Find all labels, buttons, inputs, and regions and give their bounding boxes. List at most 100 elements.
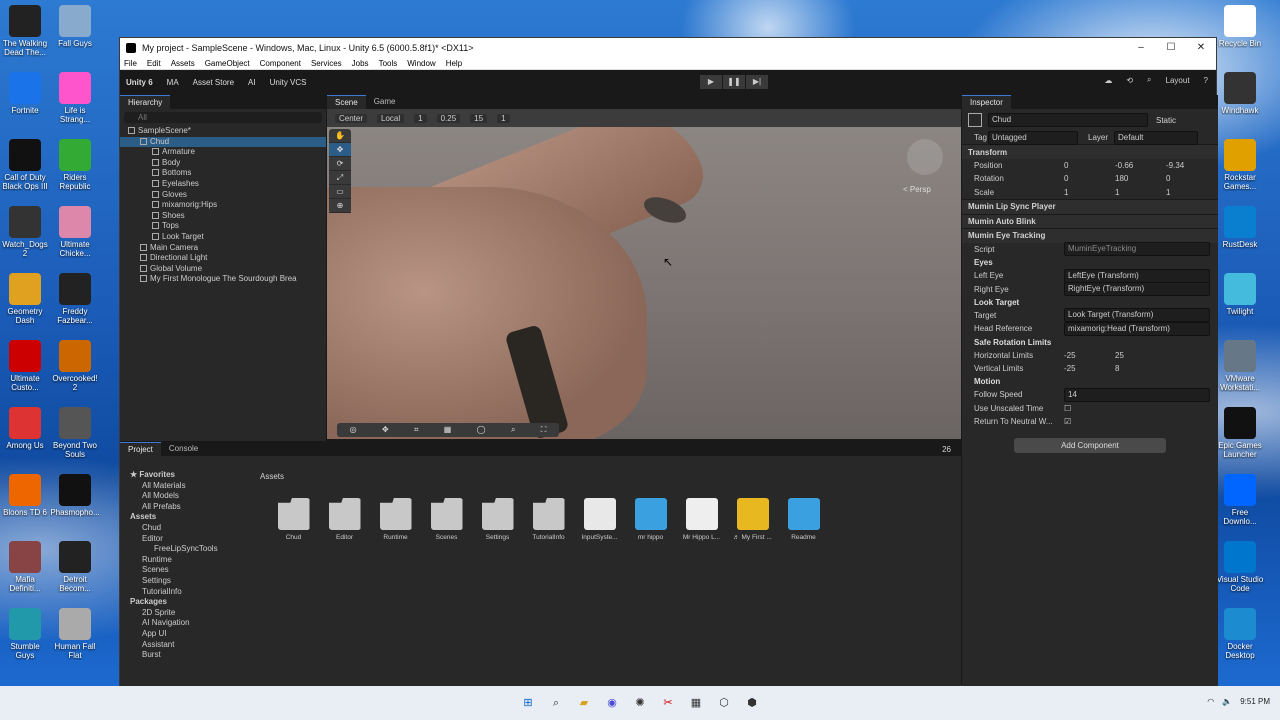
menu-jobs[interactable]: Jobs (352, 59, 369, 68)
help-icon[interactable]: ? (1204, 76, 1208, 85)
project-tree-item[interactable]: Runtime (120, 555, 254, 566)
right-eye-field[interactable]: RightEye (Transform) (1064, 282, 1210, 297)
hierarchy-item[interactable]: My First Monologue The Sourdough Brea (120, 274, 326, 285)
frame-icon[interactable]: ⛶ (541, 423, 547, 437)
hierarchy-search-input[interactable]: All (124, 112, 322, 123)
hand-tool-icon[interactable]: ✋ (329, 129, 351, 143)
desktop-shortcut[interactable]: Freddy Fazbear... (50, 273, 100, 325)
rotate-tool-icon[interactable]: ⟳ (329, 157, 351, 171)
project-tree-item[interactable]: TutorialInfo (120, 587, 254, 598)
desktop-shortcut[interactable]: Recycle Bin (1215, 5, 1265, 48)
desktop-shortcut[interactable]: Riders Republic (50, 139, 100, 191)
menu-gameobject[interactable]: GameObject (205, 59, 250, 68)
unity-editor-icon[interactable]: ⬢ (743, 694, 761, 712)
h-limit-min[interactable]: -25 (1064, 351, 1115, 360)
file-explorer-icon[interactable]: ▰ (575, 694, 593, 712)
static-toggle[interactable]: Static (1156, 116, 1176, 125)
project-tree-item[interactable]: All Prefabs (120, 502, 254, 513)
hierarchy-item[interactable]: Tops (120, 221, 326, 232)
component-auto-blink[interactable]: Mumin Auto Blink (962, 213, 1218, 229)
desktop-shortcut[interactable]: Epic Games Launcher (1215, 407, 1265, 459)
snap-icon[interactable]: ⌗ (414, 423, 419, 437)
rot-z[interactable]: 0 (1166, 174, 1217, 183)
component-eye-tracking[interactable]: Mumin Eye Tracking (962, 228, 1218, 243)
move-icon[interactable]: ✥ (382, 423, 389, 437)
project-tree-item[interactable]: All Materials (120, 481, 254, 492)
desktop-shortcut[interactable]: Human Fall Flat (50, 608, 100, 660)
hierarchy-item[interactable]: Armature (120, 147, 326, 158)
unity-version-menu[interactable]: Unity 6 (126, 78, 153, 87)
v-limit-max[interactable]: 8 (1115, 364, 1166, 373)
asset-item[interactable]: Readme (778, 494, 829, 541)
menu-window[interactable]: Window (407, 59, 435, 68)
step-button[interactable]: ▶| (746, 75, 768, 89)
hierarchy-item[interactable]: Main Camera (120, 243, 326, 254)
space-dropdown[interactable]: Local (377, 113, 405, 123)
grid-size-field[interactable]: 1 (414, 113, 427, 123)
wifi-icon[interactable]: ◠ (1207, 697, 1214, 706)
asset-item[interactable]: Runtime (370, 494, 421, 541)
asset-item[interactable]: TutorialInfo (523, 494, 574, 541)
desktop-shortcut[interactable]: Ultimate Chicke... (50, 206, 100, 258)
project-tree-item[interactable]: AI Navigation (120, 618, 254, 629)
calculator-icon[interactable]: ▦ (687, 694, 705, 712)
project-tree-item[interactable]: App UI (120, 629, 254, 640)
app-icon[interactable]: ◉ (603, 694, 621, 712)
desktop-shortcut[interactable]: Free Downlo... (1215, 474, 1265, 526)
grid-icon[interactable]: ▦ (444, 423, 452, 437)
desktop-shortcut[interactable]: Call of Duty Black Ops III (0, 139, 50, 191)
snap-field[interactable]: 0.25 (436, 113, 461, 123)
hierarchy-item[interactable]: Gloves (120, 190, 326, 201)
desktop-shortcut[interactable]: Fall Guys (50, 5, 100, 48)
menu-services[interactable]: Services (311, 59, 342, 68)
desktop-shortcut[interactable]: Docker Desktop (1215, 608, 1265, 660)
pivot-dropdown[interactable]: Center (335, 113, 368, 123)
scale-y[interactable]: 1 (1115, 188, 1166, 197)
transform-header[interactable]: Transform (962, 144, 1218, 159)
project-tree-item[interactable]: Burst (120, 650, 254, 661)
asset-item[interactable]: ♬ My First ... (727, 494, 778, 541)
desktop-shortcut[interactable]: Watch_Dogs 2 (0, 206, 50, 258)
project-tree-item[interactable]: Chud (120, 523, 254, 534)
desktop-shortcut[interactable]: Detroit Becom... (50, 541, 100, 593)
follow-speed-field[interactable]: 14 (1064, 388, 1210, 402)
desktop-shortcut[interactable]: RustDesk (1215, 206, 1265, 249)
asset-item[interactable]: Scenes (421, 494, 472, 541)
object-name-field[interactable]: Chud (988, 113, 1148, 127)
search-view-icon[interactable]: ⌕ (511, 423, 515, 437)
menu-assets[interactable]: Assets (171, 59, 195, 68)
asset-item[interactable]: Editor (319, 494, 370, 541)
unity-hub-icon[interactable]: ⬡ (715, 694, 733, 712)
return-neutral-checkbox[interactable]: ☑ (1064, 417, 1071, 426)
hierarchy-item[interactable]: SampleScene* (120, 126, 326, 137)
tab-hierarchy[interactable]: Hierarchy (120, 95, 171, 109)
project-tree-item[interactable]: Settings (120, 576, 254, 587)
tab-console[interactable]: Console (161, 442, 206, 456)
desktop-shortcut[interactable]: Among Us (0, 407, 50, 450)
hierarchy-item[interactable]: Look Target (120, 232, 326, 243)
project-tree-item[interactable]: All Models (120, 491, 254, 502)
volume-icon[interactable]: 🔈 (1222, 697, 1232, 706)
start-icon[interactable]: ⊞ (519, 694, 537, 712)
menu-tools[interactable]: Tools (379, 59, 398, 68)
search-icon[interactable]: ⌕ (1147, 75, 1151, 85)
tab-project[interactable]: Project (120, 442, 161, 456)
left-eye-field[interactable]: LeftEye (Transform) (1064, 268, 1210, 283)
scale-x[interactable]: 1 (1064, 188, 1115, 197)
layer-dropdown[interactable]: Default (1114, 130, 1199, 145)
project-tree-item[interactable]: FreeLipSyncTools (120, 544, 254, 555)
project-tree-item[interactable]: Packages (120, 597, 254, 608)
h-limit-max[interactable]: 25 (1115, 351, 1166, 360)
desktop-shortcut[interactable]: The Walking Dead The... (0, 5, 50, 57)
rot-x[interactable]: 0 (1064, 174, 1115, 183)
history-icon[interactable]: ⟲ (1126, 76, 1133, 85)
script-field[interactable]: MuminEyeTracking (1064, 242, 1210, 257)
snipping-tool-icon[interactable]: ✂ (659, 694, 677, 712)
desktop-shortcut[interactable]: Twilight (1215, 273, 1265, 316)
scene-viewport[interactable]: ✋ ✥ ⟳ ⤢ ▭ ⊕ < Persp ◎ ✥ ⌗ ▦ ◯ ⌕ ⛶ ↖ (327, 127, 961, 439)
scale-z[interactable]: 1 (1166, 188, 1217, 197)
chatgpt-icon[interactable]: ✺ (631, 694, 649, 712)
hierarchy-item[interactable]: mixamorig:Hips (120, 200, 326, 211)
account-menu[interactable]: MA (167, 78, 179, 87)
menu-help[interactable]: Help (446, 59, 462, 68)
